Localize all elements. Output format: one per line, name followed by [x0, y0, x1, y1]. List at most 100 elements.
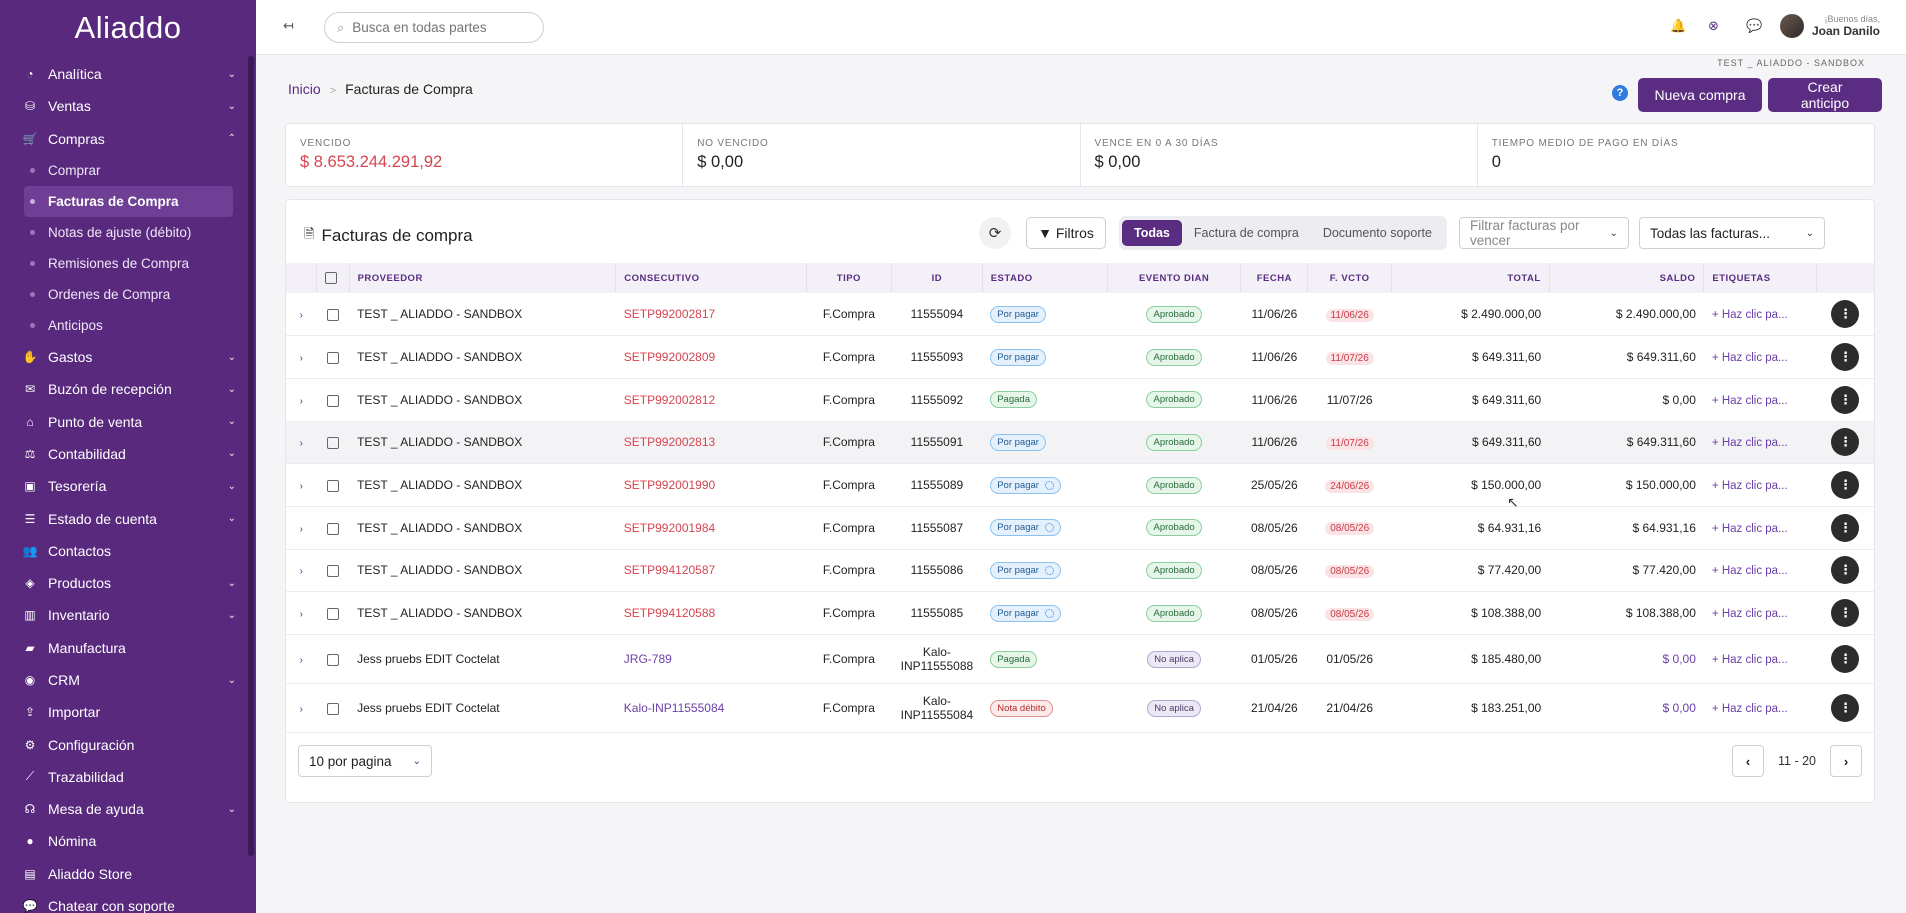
- row-checkbox[interactable]: [326, 653, 339, 666]
- row-actions-kebab-icon[interactable]: ⋮: [1831, 300, 1860, 329]
- invoice-number-link[interactable]: SETP994120588: [624, 606, 715, 620]
- user-menu[interactable]: ¡Buenos días, Joan Danilo: [1779, 14, 1880, 38]
- segment-option[interactable]: Todas: [1122, 220, 1182, 246]
- row-checkbox[interactable]: [326, 308, 339, 321]
- expand-row-icon[interactable]: ›: [300, 481, 303, 492]
- column-header[interactable]: ID: [891, 263, 983, 293]
- row-checkbox[interactable]: [326, 394, 339, 407]
- sidebar-subitem[interactable]: Remisiones de Compra: [0, 248, 256, 279]
- per-page-select[interactable]: 10 por pagina ⌄: [298, 745, 432, 777]
- sidebar-item-compras[interactable]: 🛒 Compras ⌃: [0, 123, 256, 155]
- invoice-number-link[interactable]: JRG-789: [624, 652, 672, 666]
- next-page-button[interactable]: ›: [1830, 745, 1862, 777]
- column-header[interactable]: FECHA: [1240, 263, 1309, 293]
- sidebar-subitem[interactable]: Comprar: [0, 155, 256, 186]
- row-actions-kebab-icon[interactable]: ⋮: [1831, 343, 1860, 372]
- sidebar-item-chatear-con-soporte[interactable]: 💬 Chatear con soporte: [0, 890, 256, 913]
- collapse-sidebar-icon[interactable]: ↤: [283, 18, 294, 34]
- refresh-button[interactable]: ⟳: [979, 217, 1011, 249]
- segment-option[interactable]: Documento soporte: [1311, 220, 1444, 246]
- table-row[interactable]: › TEST _ ALIADDO - SANDBOX SETP992002813 F.…: [286, 421, 1874, 465]
- expand-row-icon[interactable]: ›: [300, 396, 303, 407]
- table-row[interactable]: › Jess pruebs EDIT Coctelat JRG-789 F.Compr…: [286, 634, 1874, 684]
- sidebar-item-tesorería[interactable]: ▣ Tesorería ⌄: [0, 470, 256, 502]
- expand-row-icon[interactable]: ›: [300, 438, 303, 449]
- expand-row-icon[interactable]: ›: [300, 566, 303, 577]
- sidebar-subitem[interactable]: Anticipos: [0, 310, 256, 341]
- table-row[interactable]: › TEST _ ALIADDO - SANDBOX SETP992001984 F.…: [286, 506, 1874, 550]
- add-tag-link[interactable]: + Haz clic pa...: [1712, 480, 1788, 492]
- invoice-number-link[interactable]: SETP992002809: [624, 350, 715, 364]
- sidebar-item-punto-de-venta[interactable]: ⌂ Punto de venta ⌄: [0, 405, 256, 437]
- table-row[interactable]: › TEST _ ALIADDO - SANDBOX SETP992001990 F.…: [286, 463, 1874, 507]
- invoice-number-link[interactable]: SETP992002817: [624, 307, 715, 321]
- breadcrumb-home-link[interactable]: Inicio: [288, 81, 321, 97]
- column-header[interactable]: EVENTO DIAN: [1107, 263, 1242, 293]
- filters-button[interactable]: ▼ Filtros: [1026, 217, 1106, 249]
- row-actions-kebab-icon[interactable]: ⋮: [1831, 385, 1860, 414]
- column-header[interactable]: CONSECUTIVO: [615, 263, 807, 293]
- invoice-number-link[interactable]: SETP992002812: [624, 393, 715, 407]
- row-actions-kebab-icon[interactable]: ⋮: [1831, 428, 1860, 457]
- column-header[interactable]: F. VCTO: [1307, 263, 1392, 293]
- add-tag-link[interactable]: + Haz clic pa...: [1712, 395, 1788, 407]
- row-actions-kebab-icon[interactable]: ⋮: [1831, 556, 1860, 585]
- sidebar-item-contabilidad[interactable]: ⚖ Contabilidad ⌄: [0, 438, 256, 470]
- sidebar-item-nómina[interactable]: ● Nómina: [0, 825, 256, 857]
- table-row[interactable]: › TEST _ ALIADDO - SANDBOX SETP992002817 F.…: [286, 293, 1874, 337]
- row-checkbox[interactable]: [326, 522, 339, 535]
- create-advance-button[interactable]: Crear anticipo: [1768, 78, 1882, 112]
- column-header[interactable]: TOTAL: [1391, 263, 1550, 293]
- sidebar-subitem[interactable]: Facturas de Compra: [24, 185, 233, 217]
- invoice-number-link[interactable]: Kalo-INP11555084: [624, 701, 725, 715]
- support-lifebuoy-icon[interactable]: ⊗: [1708, 18, 1719, 34]
- sidebar-item-buzón-de-recepción[interactable]: ✉ Buzón de recepción ⌄: [0, 373, 256, 405]
- sidebar-item-ventas[interactable]: ⛁ Ventas ⌄: [0, 90, 256, 122]
- add-tag-link[interactable]: + Haz clic pa...: [1712, 654, 1788, 666]
- sidebar-item-inventario[interactable]: ▥ Inventario ⌄: [0, 599, 256, 631]
- table-row[interactable]: › TEST _ ALIADDO - SANDBOX SETP992002812 F.…: [286, 378, 1874, 422]
- column-header[interactable]: ETIQUETAS: [1703, 263, 1818, 293]
- sidebar-scrollbar[interactable]: [248, 56, 254, 856]
- add-tag-link[interactable]: + Haz clic pa...: [1712, 523, 1788, 535]
- table-row[interactable]: › TEST _ ALIADDO - SANDBOX SETP994120587 F.…: [286, 549, 1874, 593]
- row-checkbox[interactable]: [326, 351, 339, 364]
- table-row[interactable]: › TEST _ ALIADDO - SANDBOX SETP992002809 F.…: [286, 335, 1874, 379]
- segment-option[interactable]: Factura de compra: [1182, 220, 1311, 246]
- column-header[interactable]: TIPO: [806, 263, 893, 293]
- column-header[interactable]: PROVEEDOR: [349, 263, 617, 293]
- row-actions-kebab-icon[interactable]: ⋮: [1831, 599, 1860, 628]
- new-purchase-button[interactable]: Nueva compra: [1638, 78, 1762, 112]
- row-actions-kebab-icon[interactable]: ⋮: [1831, 645, 1860, 673]
- expand-row-icon[interactable]: ›: [300, 310, 303, 321]
- select-all-checkbox[interactable]: [325, 272, 338, 284]
- add-tag-link[interactable]: + Haz clic pa...: [1712, 352, 1788, 364]
- expand-row-icon[interactable]: ›: [300, 609, 303, 620]
- invoice-number-link[interactable]: SETP992001984: [624, 521, 715, 535]
- table-row[interactable]: › Jess pruebs EDIT Coctelat Kalo-INP115550…: [286, 683, 1874, 733]
- expand-row-icon[interactable]: ›: [300, 353, 303, 364]
- app-logo[interactable]: Aliaddo: [0, 0, 256, 56]
- row-checkbox[interactable]: [326, 607, 339, 620]
- invoice-number-link[interactable]: SETP992001990: [624, 478, 715, 492]
- table-row[interactable]: › TEST _ ALIADDO - SANDBOX SETP994120588 F.…: [286, 591, 1874, 635]
- sidebar-item-productos[interactable]: ◈ Productos ⌄: [0, 567, 256, 599]
- row-checkbox[interactable]: [326, 702, 339, 715]
- column-header[interactable]: SALDO: [1549, 263, 1705, 293]
- invoice-scope-select[interactable]: Todas las facturas... ⌄: [1639, 217, 1825, 249]
- row-actions-kebab-icon[interactable]: ⋮: [1831, 471, 1860, 500]
- row-checkbox[interactable]: [326, 437, 339, 450]
- add-tag-link[interactable]: + Haz clic pa...: [1712, 565, 1788, 577]
- sidebar-item-manufactura[interactable]: ▰ Manufactura: [0, 632, 256, 664]
- row-checkbox[interactable]: [326, 479, 339, 492]
- bell-icon[interactable]: 🔔: [1670, 18, 1686, 34]
- sidebar-item-crm[interactable]: ◉ CRM ⌄: [0, 664, 256, 696]
- expand-row-icon[interactable]: ›: [300, 655, 303, 666]
- search-input[interactable]: [352, 20, 523, 35]
- sidebar-item-importar[interactable]: ⇪ Importar: [0, 696, 256, 728]
- column-header[interactable]: ESTADO: [982, 263, 1108, 293]
- invoice-number-link[interactable]: SETP992002813: [624, 435, 715, 449]
- chat-bubble-icon[interactable]: 💬: [1746, 18, 1762, 34]
- sidebar-item-analítica[interactable]: ◔ Analítica ⌄: [0, 58, 256, 90]
- add-tag-link[interactable]: + Haz clic pa...: [1712, 437, 1788, 449]
